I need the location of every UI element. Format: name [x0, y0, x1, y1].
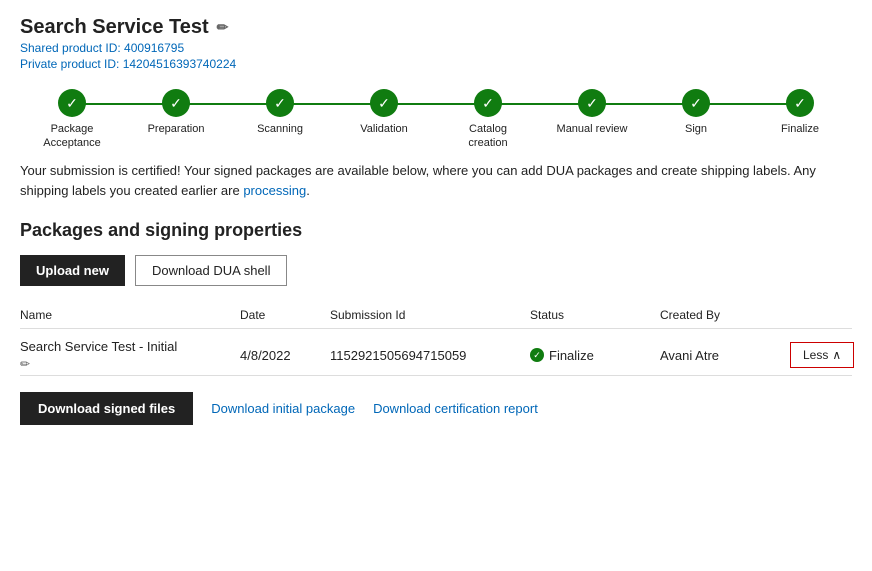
action-row: Download signed files Download initial p… [20, 392, 852, 425]
shared-product-id: Shared product ID: 400916795 [20, 41, 852, 55]
status-check-icon: ✓ [530, 348, 544, 362]
row-name-cell: Search Service Test - Initial ✏ [20, 339, 240, 371]
row-created-by: Avani Atre [660, 348, 790, 363]
download-dua-button[interactable]: Download DUA shell [135, 255, 288, 286]
pipeline-step-3: ✓ Validation [332, 89, 436, 136]
step-circle-0: ✓ [58, 89, 86, 117]
step-label-7: Finalize [781, 122, 819, 136]
col-submission-id: Submission Id [330, 308, 530, 322]
step-label-6: Sign [685, 122, 707, 136]
less-button[interactable]: Less ∧ [790, 342, 854, 368]
processing-link[interactable]: processing [243, 183, 306, 198]
info-text: Your submission is certified! Your signe… [20, 161, 852, 203]
title-text: Search Service Test [20, 16, 209, 39]
step-label-4: Catalog creation [468, 122, 507, 151]
less-label: Less [803, 348, 828, 362]
step-circle-6: ✓ [682, 89, 710, 117]
chevron-up-icon: ∧ [832, 348, 841, 362]
step-circle-3: ✓ [370, 89, 398, 117]
col-date: Date [240, 308, 330, 322]
col-created-by: Created By [660, 308, 790, 322]
step-circle-5: ✓ [578, 89, 606, 117]
pipeline-step-4: ✓ Catalog creation [436, 89, 540, 151]
status-text: Finalize [549, 348, 594, 363]
pipeline-step-1: ✓ Preparation [124, 89, 228, 136]
row-submission-id: 1152921505694715059 [330, 348, 530, 363]
row-date: 4/8/2022 [240, 348, 330, 363]
step-circle-4: ✓ [474, 89, 502, 117]
edit-title-icon[interactable]: ✏ [217, 19, 229, 36]
button-row: Upload new Download DUA shell [20, 255, 852, 286]
step-label-0: Package Acceptance [43, 122, 100, 151]
step-label-5: Manual review [557, 122, 628, 136]
pipeline-step-0: ✓ Package Acceptance [20, 89, 124, 151]
download-cert-link[interactable]: Download certification report [373, 401, 538, 416]
row-name-text: Search Service Test - Initial [20, 339, 240, 354]
upload-new-button[interactable]: Upload new [20, 255, 125, 286]
step-label-1: Preparation [148, 122, 205, 136]
pipeline-step-7: ✓ Finalize [748, 89, 852, 136]
row-status: ✓ Finalize [530, 348, 660, 363]
col-name: Name [20, 308, 240, 322]
step-label-3: Validation [360, 122, 408, 136]
col-action [790, 308, 872, 322]
pipeline: ✓ Package Acceptance ✓ Preparation ✓ Scanning… [20, 89, 852, 151]
page-header: Search Service Test ✏ Shared product ID:… [20, 16, 852, 71]
step-label-2: Scanning [257, 122, 303, 136]
section-title: Packages and signing properties [20, 220, 852, 241]
pipeline-step-6: ✓ Sign [644, 89, 748, 136]
row-less-cell: Less ∧ [790, 342, 872, 368]
step-circle-2: ✓ [266, 89, 294, 117]
download-signed-button[interactable]: Download signed files [20, 392, 193, 425]
download-initial-link[interactable]: Download initial package [211, 401, 355, 416]
pipeline-step-5: ✓ Manual review [540, 89, 644, 136]
table-row: Search Service Test - Initial ✏ 4/8/2022… [20, 329, 852, 376]
col-status: Status [530, 308, 660, 322]
row-edit-icon[interactable]: ✏ [20, 357, 240, 371]
step-circle-1: ✓ [162, 89, 190, 117]
table-header: Name Date Submission Id Status Created B… [20, 302, 852, 329]
pipeline-step-2: ✓ Scanning [228, 89, 332, 136]
private-product-id: Private product ID: 14204516393740224 [20, 57, 852, 71]
page-title: Search Service Test ✏ [20, 16, 852, 39]
step-circle-7: ✓ [786, 89, 814, 117]
